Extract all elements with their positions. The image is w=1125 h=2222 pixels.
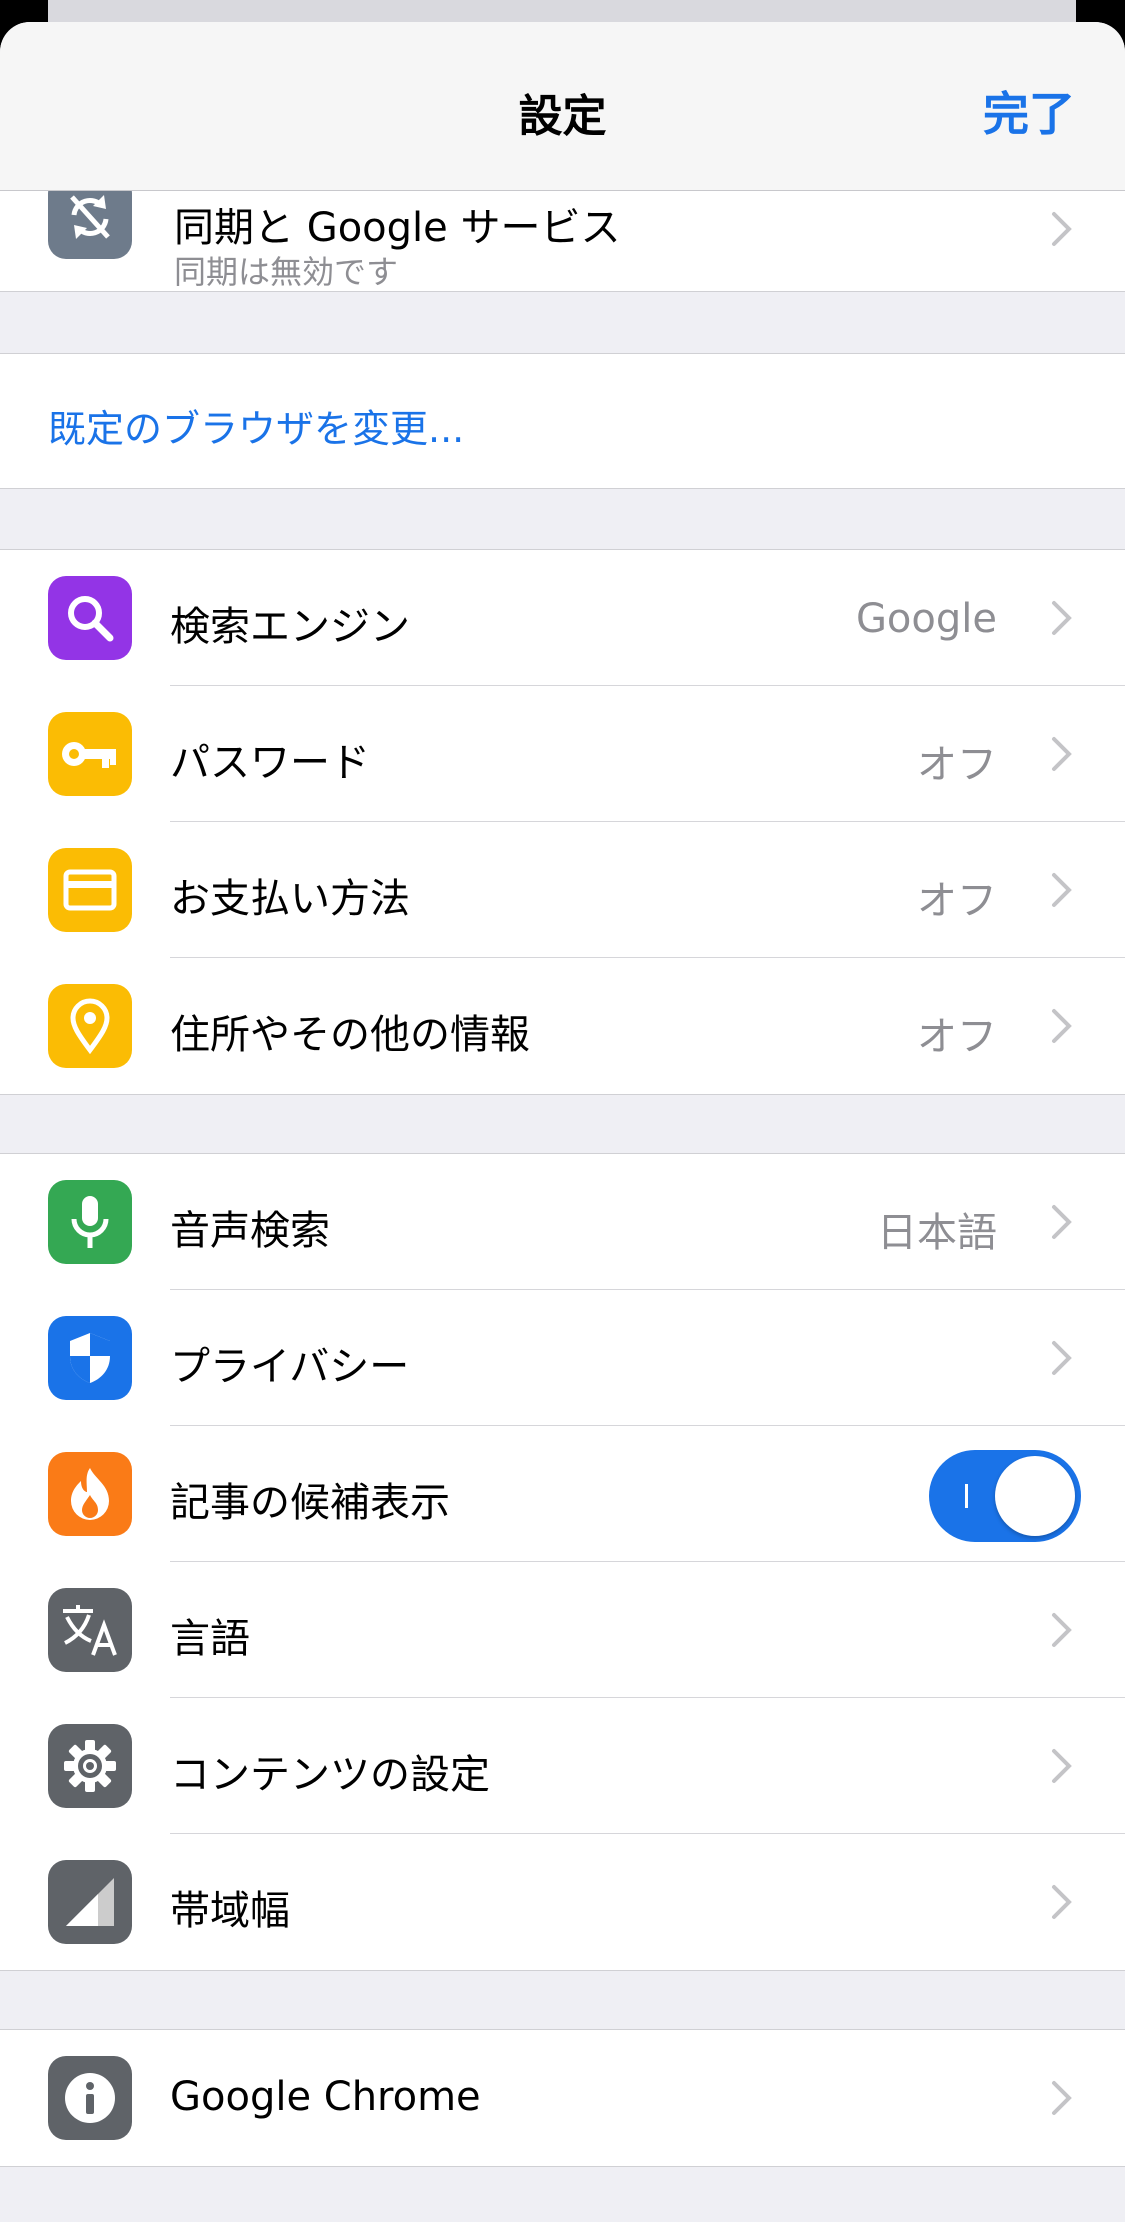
flame-icon [48, 1452, 132, 1536]
sync-title: 同期と Google サービス [174, 205, 621, 251]
chevron-right-icon [1052, 1009, 1072, 1043]
microphone-icon [48, 1180, 132, 1264]
google-chrome-row[interactable]: Google Chrome [0, 2030, 1125, 2166]
search-engine-value: Google [855, 596, 997, 642]
location-pin-icon [48, 984, 132, 1068]
addresses-row[interactable]: 住所やその他の情報 オフ [0, 958, 1125, 1094]
chevron-right-icon [1052, 1341, 1072, 1375]
gear-icon [48, 1724, 132, 1808]
chevron-right-icon [1052, 873, 1072, 907]
chevron-right-icon [1052, 1885, 1072, 1919]
search-engine-row[interactable]: 検索エンジン Google [0, 550, 1125, 686]
voice-search-value: 日本語 [877, 1210, 997, 1256]
key-icon [48, 712, 132, 796]
page-title: 設定 [518, 91, 607, 142]
toggle-knob [995, 1456, 1075, 1536]
chevron-right-icon [1052, 1613, 1072, 1647]
passwords-value: オフ [917, 742, 997, 788]
google-chrome-label: Google Chrome [170, 2074, 481, 2120]
chevron-right-icon [1052, 2081, 1072, 2115]
addresses-label: 住所やその他の情報 [170, 1012, 530, 1058]
sync-subtitle: 同期は無効です [174, 253, 399, 291]
bandwidth-row[interactable]: 帯域幅 [0, 1834, 1125, 1970]
autofill-group: 検索エンジン Google パスワード オフ お支払い方法 オフ 住所やその他の… [0, 549, 1125, 1095]
content-settings-label: コンテンツの設定 [170, 1752, 490, 1798]
settings-sheet: 設定 完了 同期と Google サービス 同期は無効です 既定のブラウザを変更 [0, 22, 1125, 2222]
voice-search-label: 音声検索 [170, 1208, 330, 1254]
chevron-right-icon [1052, 1205, 1072, 1239]
toggle-on-indicator [965, 1484, 968, 1508]
about-group: Google Chrome [0, 2029, 1125, 2167]
bandwidth-label: 帯域幅 [170, 1888, 290, 1934]
done-button[interactable]: 完了 [983, 78, 1075, 144]
chevron-right-icon [1052, 212, 1072, 246]
payment-methods-value: オフ [917, 878, 997, 924]
shield-icon [48, 1316, 132, 1400]
article-suggestions-toggle[interactable] [929, 1450, 1081, 1542]
advanced-group: 音声検索 日本語 プライバシー 記事の候補表示 言語 コンテンツの設定 帯域幅 [0, 1153, 1125, 1971]
addresses-value: オフ [917, 1014, 997, 1060]
search-engine-label: 検索エンジン [170, 604, 410, 650]
navigation-bar: 設定 完了 [0, 22, 1125, 191]
content-settings-row[interactable]: コンテンツの設定 [0, 1698, 1125, 1834]
passwords-label: パスワード [170, 740, 370, 786]
chevron-right-icon [1052, 737, 1072, 771]
change-default-browser-link[interactable]: 既定のブラウザを変更... [48, 398, 464, 453]
credit-card-icon [48, 848, 132, 932]
voice-search-row[interactable]: 音声検索 日本語 [0, 1154, 1125, 1290]
privacy-label: プライバシー [170, 1344, 410, 1390]
info-icon [48, 2056, 132, 2140]
signal-icon [48, 1860, 132, 1944]
languages-label: 言語 [170, 1616, 250, 1662]
chevron-right-icon [1052, 601, 1072, 635]
payment-methods-label: お支払い方法 [170, 876, 410, 922]
chevron-right-icon [1052, 1749, 1072, 1783]
article-suggestions-label: 記事の候補表示 [170, 1480, 450, 1526]
privacy-row[interactable]: プライバシー [0, 1290, 1125, 1426]
payment-methods-row[interactable]: お支払い方法 オフ [0, 822, 1125, 958]
article-suggestions-row: 記事の候補表示 [0, 1426, 1125, 1562]
default-browser-group: 既定のブラウザを変更... [0, 353, 1125, 489]
translate-icon [48, 1588, 132, 1672]
search-icon [48, 576, 132, 660]
passwords-row[interactable]: パスワード オフ [0, 686, 1125, 822]
languages-row[interactable]: 言語 [0, 1562, 1125, 1698]
